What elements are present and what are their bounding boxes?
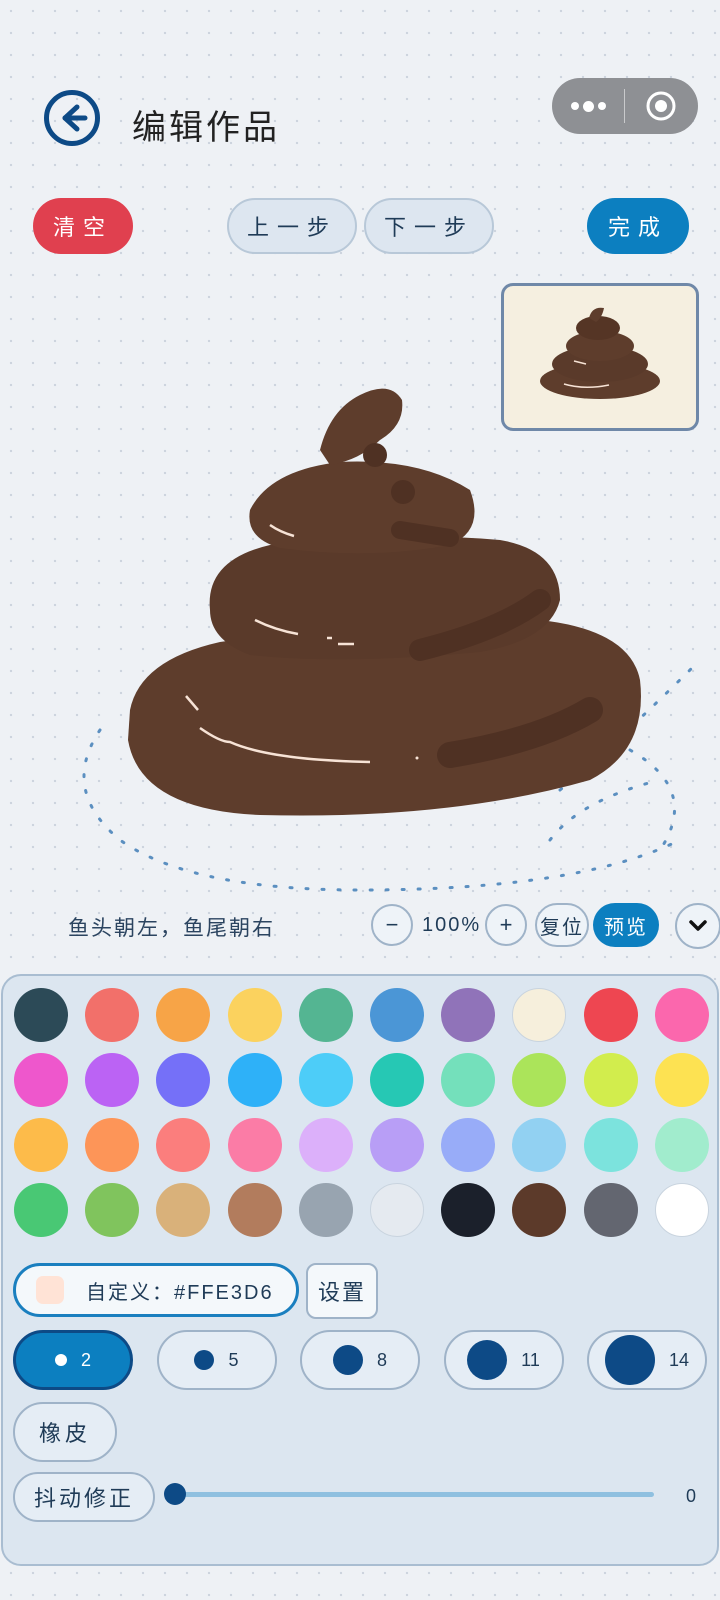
color-swatch[interactable]: [370, 1053, 424, 1107]
brush-size-5-button[interactable]: 5: [156, 1330, 277, 1390]
color-swatch[interactable]: [370, 1118, 424, 1172]
target-circle-icon[interactable]: [625, 90, 697, 122]
preview-button[interactable]: 预览: [593, 903, 659, 947]
zoom-level: 100%: [422, 914, 482, 936]
color-swatch[interactable]: [14, 988, 68, 1042]
color-swatch[interactable]: [227, 1118, 282, 1172]
mini-program-capsule: [552, 78, 698, 134]
brush-dot-icon: [194, 1350, 215, 1370]
color-swatch[interactable]: [441, 1053, 496, 1107]
color-swatch[interactable]: [512, 988, 567, 1042]
set-color-button[interactable]: 设置: [306, 1263, 378, 1319]
color-swatch[interactable]: [583, 988, 638, 1042]
color-swatch[interactable]: [298, 1183, 353, 1237]
color-swatch[interactable]: [227, 1053, 282, 1107]
clear-button[interactable]: 清空: [33, 198, 133, 254]
done-button[interactable]: 完成: [587, 198, 689, 254]
color-swatch[interactable]: [298, 1118, 353, 1172]
zoom-in-button[interactable]: +: [485, 904, 527, 946]
brush-dot-icon: [54, 1354, 67, 1366]
color-swatch[interactable]: [14, 1183, 68, 1237]
custom-color-chip: [36, 1276, 64, 1304]
drawing-canvas[interactable]: [120, 380, 660, 840]
brush-dot-icon: [604, 1335, 655, 1385]
color-swatch[interactable]: [512, 1053, 567, 1107]
color-swatch[interactable]: [370, 1183, 424, 1237]
zoom-out-button[interactable]: −: [371, 904, 413, 946]
brush-dot-icon: [332, 1345, 363, 1375]
color-swatch[interactable]: [14, 1053, 68, 1107]
color-swatch[interactable]: [298, 988, 353, 1042]
brush-size-2-button[interactable]: 2: [13, 1330, 133, 1390]
color-swatch[interactable]: [654, 1183, 709, 1237]
undo-button[interactable]: 上一步: [227, 198, 357, 254]
color-swatch[interactable]: [512, 1183, 567, 1237]
arrow-left-icon: [62, 104, 88, 132]
color-swatch[interactable]: [512, 1118, 567, 1172]
color-swatch[interactable]: [370, 988, 424, 1042]
color-swatch[interactable]: [14, 1118, 68, 1172]
brush-size-label: 14: [668, 1349, 690, 1370]
color-swatch[interactable]: [85, 988, 140, 1042]
color-swatch[interactable]: [441, 1118, 496, 1172]
stabilizer-slider-handle[interactable]: [164, 1483, 186, 1505]
color-swatch[interactable]: [85, 1118, 140, 1172]
brush-size-14-button[interactable]: 14: [587, 1330, 707, 1390]
stabilizer-slider-track[interactable]: [174, 1492, 654, 1497]
color-swatch[interactable]: [156, 1183, 211, 1237]
color-swatch[interactable]: [583, 1053, 638, 1107]
chevron-down-icon: [689, 920, 707, 931]
reset-view-button[interactable]: 复位: [535, 903, 589, 947]
color-swatch[interactable]: [583, 1183, 638, 1237]
color-swatch[interactable]: [85, 1053, 140, 1107]
brush-size-label: 8: [376, 1349, 387, 1370]
brush-size-11-button[interactable]: 11: [443, 1330, 564, 1390]
color-swatch[interactable]: [654, 1118, 709, 1172]
redo-button[interactable]: 下一步: [364, 198, 494, 254]
brush-size-label: 5: [228, 1349, 239, 1370]
color-swatch[interactable]: [583, 1118, 638, 1172]
color-swatch[interactable]: [156, 988, 211, 1042]
brush-size-label: 11: [521, 1349, 540, 1370]
color-swatch[interactable]: [441, 988, 496, 1042]
collapse-panel-button[interactable]: [675, 903, 720, 949]
color-swatch[interactable]: [441, 1183, 496, 1237]
color-swatch[interactable]: [156, 1118, 211, 1172]
custom-color-field[interactable]: 自定义：#FFE3D6: [13, 1263, 299, 1317]
page-title: 编辑作品: [132, 108, 280, 148]
brush-size-8-button[interactable]: 8: [300, 1330, 420, 1390]
more-dots-icon[interactable]: [552, 100, 624, 112]
brush-size-label: 2: [80, 1349, 91, 1370]
color-swatch[interactable]: [156, 1053, 211, 1107]
color-swatch[interactable]: [227, 988, 282, 1042]
color-swatch[interactable]: [227, 1183, 282, 1237]
orientation-hint: 鱼头朝左，鱼尾朝右: [68, 917, 275, 940]
stabilizer-label[interactable]: 抖动修正: [13, 1472, 155, 1522]
back-button[interactable]: [44, 90, 100, 146]
color-swatch[interactable]: [654, 1053, 709, 1107]
stabilizer-value: 0: [686, 1486, 697, 1506]
custom-color-label: 自定义：#FFE3D6: [86, 1281, 274, 1304]
eraser-button[interactable]: 橡皮: [13, 1402, 117, 1462]
brush-dot-icon: [467, 1340, 508, 1380]
color-swatch[interactable]: [654, 988, 709, 1042]
color-swatch[interactable]: [298, 1053, 353, 1107]
color-swatch[interactable]: [85, 1183, 140, 1237]
